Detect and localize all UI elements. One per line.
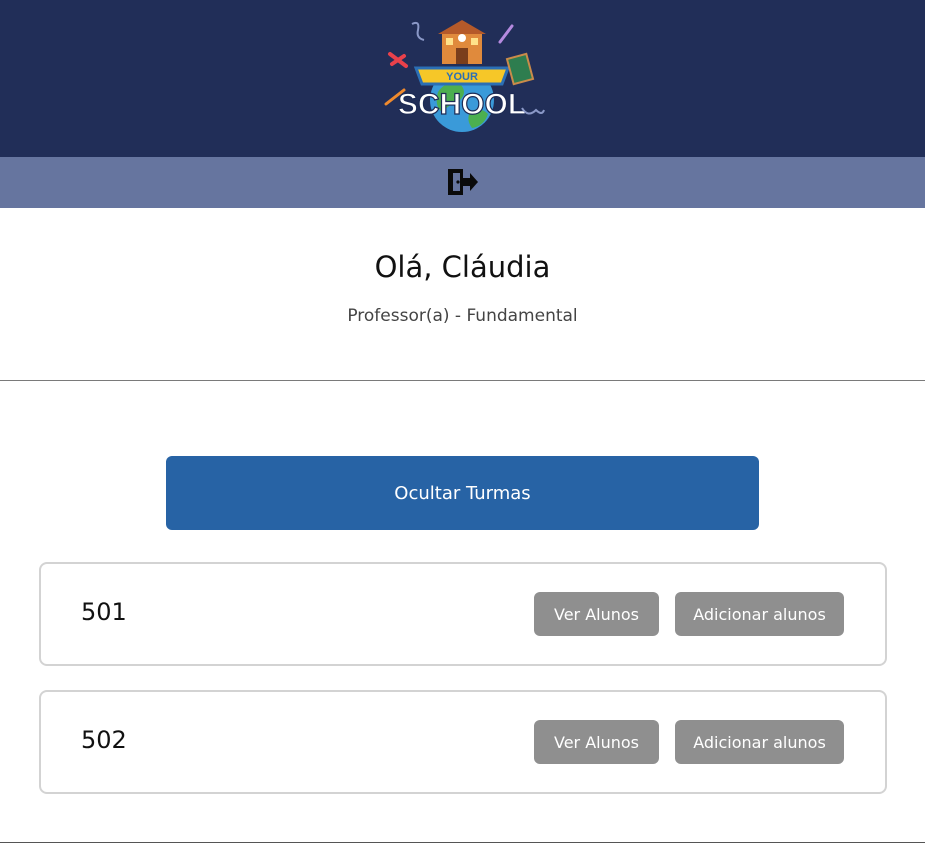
section-divider: [0, 380, 925, 381]
view-students-button[interactable]: Ver Alunos: [534, 592, 659, 636]
add-students-button[interactable]: Adicionar alunos: [675, 720, 844, 764]
user-role: Professor(a) - Fundamental: [347, 306, 578, 326]
view-students-button[interactable]: Ver Alunos: [534, 720, 659, 764]
logout-button[interactable]: [444, 166, 480, 198]
svg-text:YOUR: YOUR: [446, 71, 478, 83]
school-logo: YOUR SCHOOL: [384, 20, 545, 132]
svg-text:SCHOOL: SCHOOL: [398, 88, 526, 121]
app-header: YOUR SCHOOL: [0, 0, 925, 157]
hide-classes-button[interactable]: Ocultar Turmas: [166, 456, 759, 530]
class-name: 501: [81, 598, 127, 626]
footer-divider: [0, 842, 925, 843]
add-students-button[interactable]: Adicionar alunos: [675, 592, 844, 636]
logout-icon: [448, 169, 478, 195]
class-card-502: 502 Ver Alunos Adicionar alunos: [39, 690, 887, 794]
greeting-title: Olá, Cláudia: [374, 250, 551, 284]
class-name: 502: [81, 726, 127, 754]
class-card-501: 501 Ver Alunos Adicionar alunos: [39, 562, 887, 666]
